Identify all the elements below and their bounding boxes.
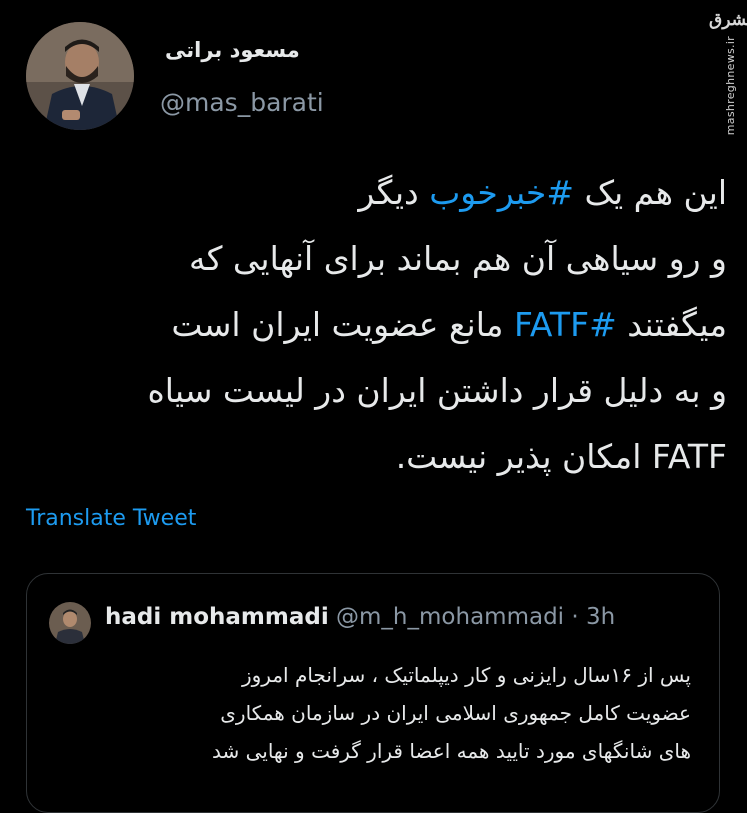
tweet-line: این هم یک #خبرخوب دیگر xyxy=(20,160,727,226)
tweet-line: و به دلیل قرار داشتن ایران در لیست سیاه xyxy=(20,358,727,424)
quoted-author-handle[interactable]: @m_h_mohammadi xyxy=(336,604,564,630)
author-handle[interactable]: @mas_barati xyxy=(160,88,324,117)
quoted-author-name[interactable]: hadi mohammadi xyxy=(105,604,329,630)
tweet-text-segment: مانع عضویت ایران است xyxy=(171,305,514,344)
tweet-text-segment: این هم یک xyxy=(573,173,727,212)
translate-tweet-link[interactable]: Translate Tweet xyxy=(26,506,196,531)
meta-separator: · xyxy=(571,604,579,630)
watermark-logo: مشرق xyxy=(709,10,747,30)
hashtag-link[interactable]: #FATF xyxy=(514,305,617,344)
quoted-tweet-text: پس از ۱۶سال رایزنی و کار دیپلماتیک ، سرا… xyxy=(57,656,691,770)
tweet-text: این هم یک #خبرخوب دیگر و رو سیاهی آن هم … xyxy=(20,160,727,490)
quoted-text-line: عضویت کامل جمهوری اسلامی ایران در سازمان… xyxy=(220,701,691,725)
author-display-name[interactable]: مسعود براتی xyxy=(165,38,300,62)
quoted-tweet-time[interactable]: 3h xyxy=(586,604,615,630)
quoted-text-line: های شانگهای مورد تایید همه اعضا قرار گرف… xyxy=(211,739,691,763)
tweet-text-segment: و به دلیل قرار داشتن ایران در لیست سیاه xyxy=(147,371,727,410)
tweet-text-segment: دیگر xyxy=(358,173,430,212)
tweet-text-segment: میگفتند xyxy=(616,305,727,344)
quoted-tweet-card[interactable]: hadi mohammadi @m_h_mohammadi · 3h پس از… xyxy=(26,573,720,813)
tweet-line: میگفتند #FATF مانع عضویت ایران است xyxy=(20,292,727,358)
hashtag-link[interactable]: #خبرخوب xyxy=(429,173,574,212)
tweet-text-segment: و رو سیاهی آن هم بماند برای آنهایی که xyxy=(189,239,727,278)
quoted-text-line: پس از ۱۶سال رایزنی و کار دیپلماتیک ، سرا… xyxy=(241,663,691,687)
quoted-tweet-header: hadi mohammadi @m_h_mohammadi · 3h xyxy=(105,604,615,630)
tweet-line: FATF امکان پذیر نیست. xyxy=(20,424,727,490)
quoted-author-avatar[interactable] xyxy=(49,602,91,644)
tweet-line: و رو سیاهی آن هم بماند برای آنهایی که xyxy=(20,226,727,292)
watermark-url: mashreghnews.ir xyxy=(724,36,737,136)
watermark: مشرق mashreghnews.ir xyxy=(707,8,747,135)
author-avatar[interactable] xyxy=(26,22,134,130)
tweet-text-segment: FATF امکان پذیر نیست. xyxy=(395,437,727,476)
